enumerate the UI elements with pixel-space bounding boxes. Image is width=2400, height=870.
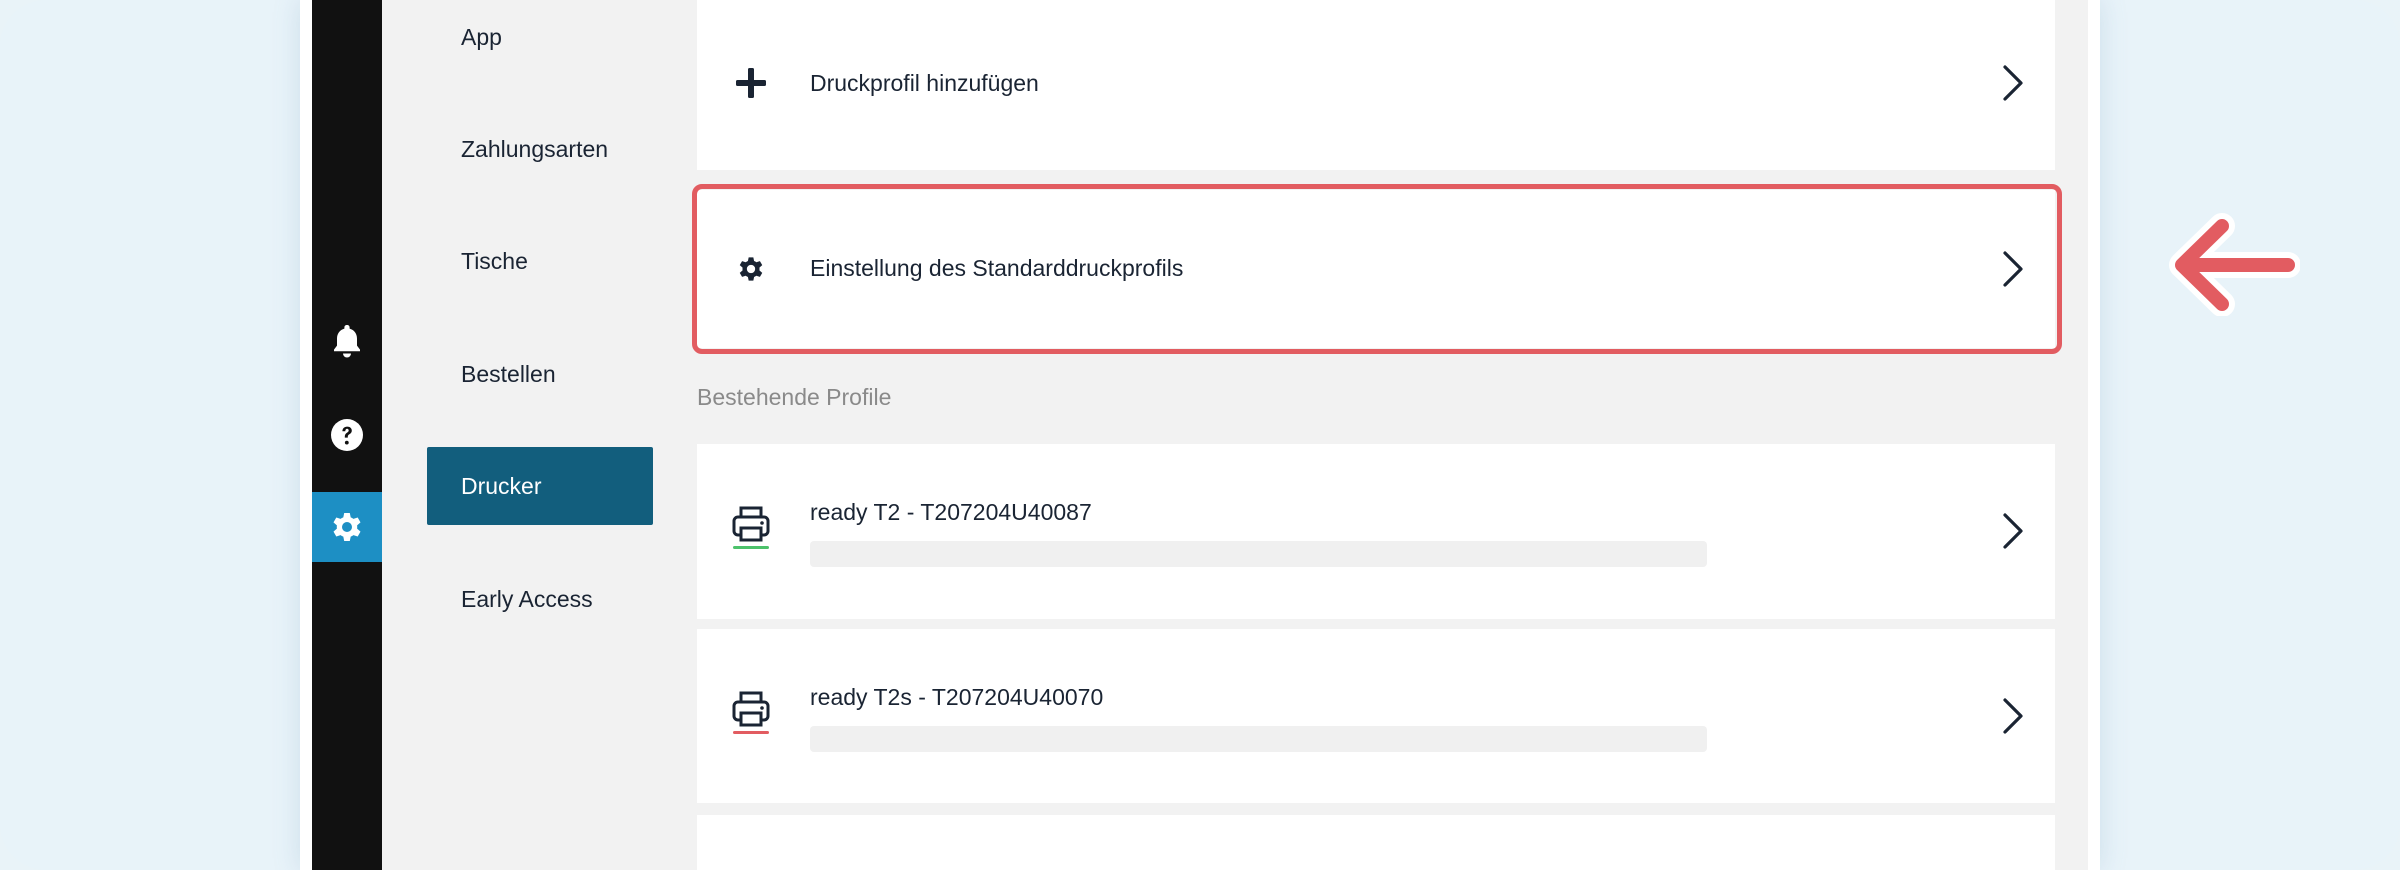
chevron-right-icon [2003,65,2023,101]
printer-profile-label: ready T2s - T207204U40070 [810,684,1104,710]
chevron-right-icon [2003,698,2023,734]
nav-item-drucker[interactable]: Drucker [427,447,653,525]
chevron-right-icon [2003,251,2023,287]
chevron-right-icon [2003,513,2023,549]
nav-item-early-access[interactable]: Early Access [427,560,653,638]
add-print-profile-row[interactable]: Druckprofil hinzufügen [697,0,2055,170]
printer-icon [732,691,770,734]
bell-icon [334,325,360,358]
section-title-existing-profiles: Bestehende Profile [697,384,892,410]
printer-icon [732,506,770,549]
notifications-button[interactable] [312,306,382,376]
profile-detail-placeholder [810,726,1707,752]
default-print-profile-label: Einstellung des Standarddruckprofils [810,255,1184,281]
printer-profile-row[interactable]: ready T2s - T207204U40070 [697,629,2055,803]
printer-profile-row[interactable] [697,815,2055,870]
settings-button[interactable] [312,492,382,562]
gear-icon [739,257,763,281]
nav-item-app[interactable]: App [427,0,653,76]
add-print-profile-label: Druckprofil hinzufügen [810,70,1039,96]
printer-profile-row[interactable]: ready T2 - T207204U40087 [697,444,2055,619]
nav-item-tische[interactable]: Tische [427,222,653,300]
nav-item-bestellen[interactable]: Bestellen [427,335,653,413]
nav-item-zahlungsarten[interactable]: Zahlungsarten [427,110,653,188]
default-print-profile-row[interactable]: Einstellung des Standarddruckprofils [697,190,2055,348]
help-icon [331,419,363,451]
arrow-left-icon [2169,213,2300,316]
profile-detail-placeholder [810,541,1707,567]
plus-icon [736,68,766,98]
gear-icon [333,513,361,541]
printer-profile-label: ready T2 - T207204U40087 [810,499,1092,525]
help-button[interactable] [312,400,382,470]
